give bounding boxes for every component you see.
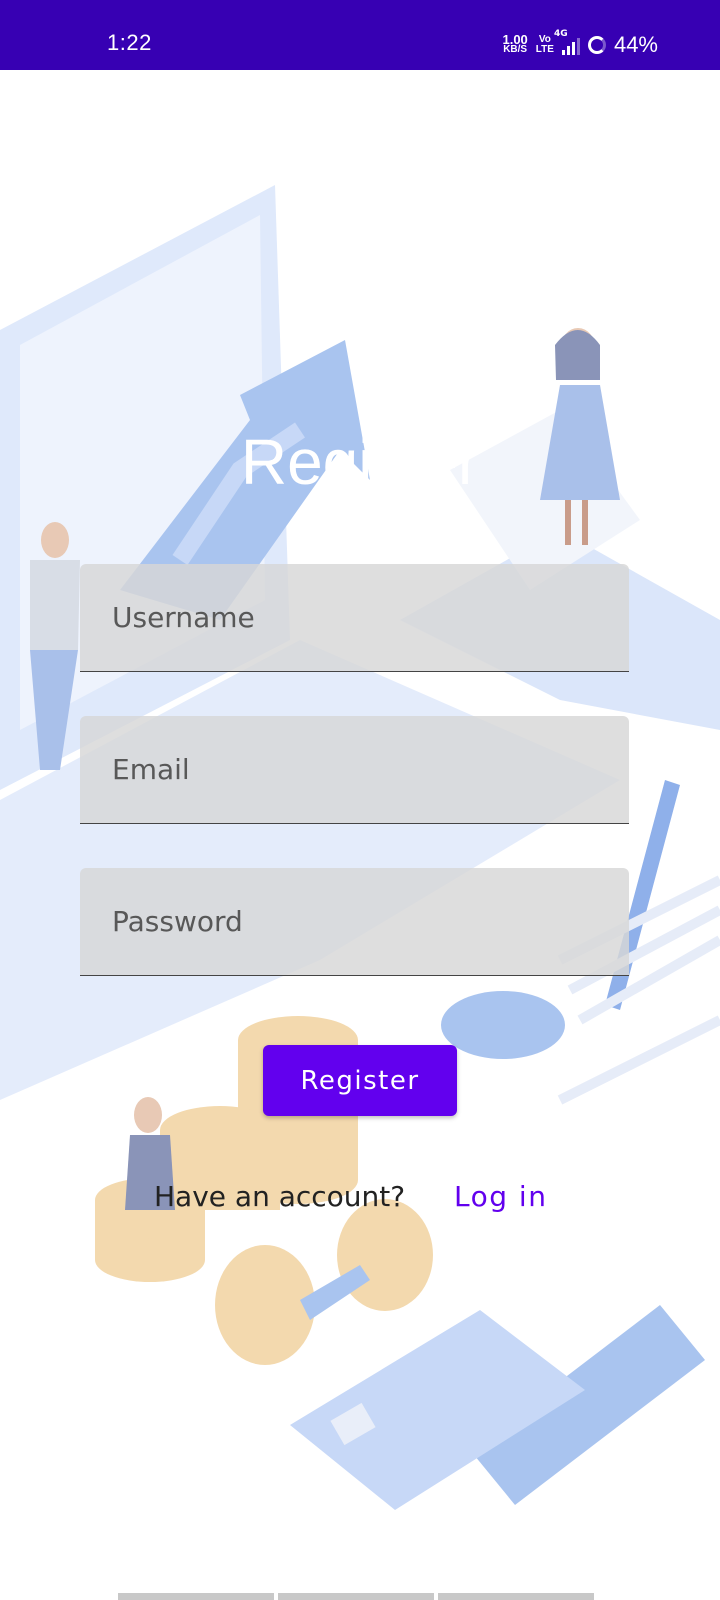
volte-indicator: Vo LTE [536, 35, 554, 55]
status-time: 1:22 [107, 30, 152, 55]
battery-icon [587, 36, 606, 54]
password-input[interactable] [80, 868, 629, 975]
login-link[interactable]: Log in [454, 1180, 547, 1213]
email-field[interactable] [80, 716, 629, 824]
mouse-icon [441, 991, 565, 1059]
username-input[interactable] [80, 564, 629, 671]
password-field[interactable] [80, 868, 629, 976]
status-bar: 1:22 1.00 KB/S Vo LTE 4G 44% [0, 0, 720, 70]
username-field[interactable] [80, 564, 629, 672]
signal-icon: 4G [554, 29, 580, 55]
have-account-text: Have an account? [154, 1180, 406, 1213]
page-title: Register [240, 426, 480, 498]
volte-bottom: LTE [535, 44, 554, 55]
email-input[interactable] [80, 716, 629, 823]
network-speed: 1.00 KB/S [502, 33, 528, 55]
network-type: 4G [553, 29, 568, 39]
battery-percentage: 44% [613, 32, 658, 57]
status-icons: 1.00 KB/S Vo LTE 4G 44% [502, 29, 658, 60]
network-speed-unit: KB/S [503, 44, 528, 55]
man-figure [41, 522, 69, 558]
navigation-handle[interactable] [118, 1593, 594, 1600]
register-button[interactable]: Register [263, 1045, 457, 1116]
background-illustration [0, 185, 720, 1510]
